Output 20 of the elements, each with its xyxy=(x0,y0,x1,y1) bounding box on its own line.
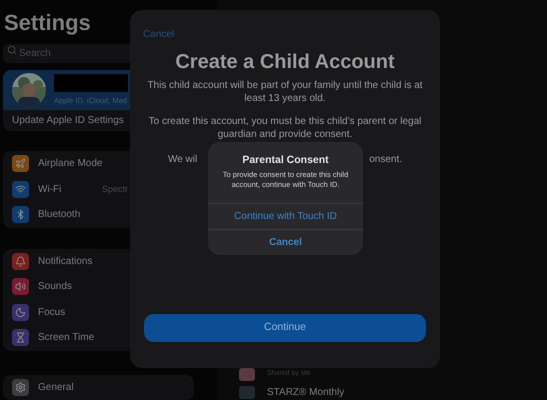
setting-label[interactable]: Sounds xyxy=(38,279,93,294)
row-title[interactable]: STARZ® Monthly xyxy=(267,384,344,400)
alert-action[interactable]: Cancel xyxy=(269,234,302,250)
setting-label[interactable]: Bluetooth xyxy=(38,207,93,222)
continue-button[interactable]: Continue xyxy=(144,314,426,342)
sheet-paragraph: onsent. xyxy=(369,153,402,166)
setting-label[interactable]: Screen Time xyxy=(38,330,94,346)
setting-value: Spectr xyxy=(102,182,128,196)
alert-title: Parental Consent xyxy=(241,153,330,168)
setting-label[interactable]: Airplane Mode xyxy=(38,156,102,172)
sheet-paragraph: We wil xyxy=(168,153,198,166)
app-icon xyxy=(239,386,255,398)
search-icon xyxy=(7,44,17,54)
app-icon xyxy=(239,368,255,380)
alert-action[interactable]: Continue with Touch ID xyxy=(234,208,337,224)
setting-label[interactable]: Wi-Fi xyxy=(38,182,93,197)
setting-label[interactable]: General xyxy=(38,380,93,395)
setting-label[interactable]: Notifications xyxy=(38,254,93,269)
page-title: Settings xyxy=(3,9,92,37)
setting-label[interactable]: Focus xyxy=(38,304,93,320)
